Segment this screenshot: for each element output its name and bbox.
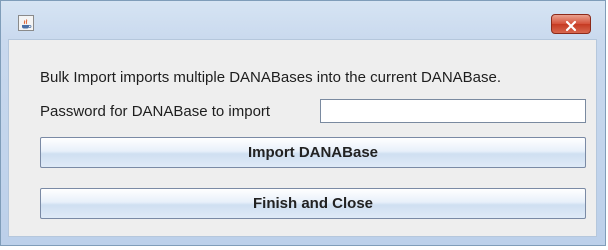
password-label: Password for DANABase to import	[40, 103, 271, 120]
close-icon	[565, 20, 577, 31]
java-cup-icon	[18, 15, 34, 31]
title-bar[interactable]	[1, 1, 605, 39]
finish-and-close-button[interactable]: Finish and Close	[40, 188, 586, 219]
dialog-content: Bulk Import imports multiple DANABases i…	[8, 39, 597, 237]
import-danabase-button[interactable]: Import DANABase	[40, 137, 586, 168]
info-text: Bulk Import imports multiple DANABases i…	[40, 69, 502, 86]
password-field[interactable]	[320, 99, 586, 123]
close-button[interactable]	[551, 14, 591, 34]
dialog-window: Bulk Import imports multiple DANABases i…	[0, 0, 606, 246]
